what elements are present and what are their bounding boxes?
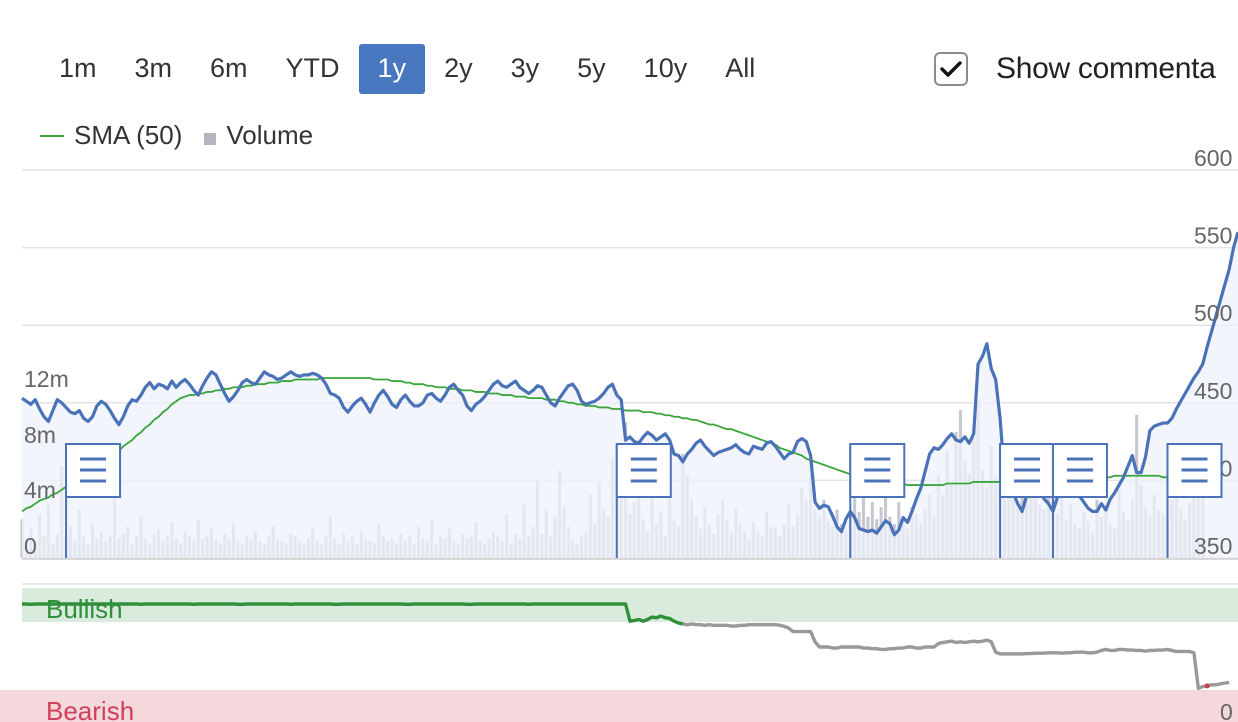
price-axis-label: 350 — [1194, 533, 1232, 559]
bullish-label: Bullish — [46, 594, 123, 624]
stock-chart: 12m8m4m0600550500450400350BullishBearish… — [0, 145, 1238, 722]
price-axis-label: 500 — [1194, 300, 1232, 326]
volume-axis-label: 12m — [24, 366, 69, 392]
sentiment-axis-label: 0 — [1220, 699, 1233, 722]
bearish-band — [0, 690, 1238, 722]
volume-axis-label: 0 — [24, 533, 37, 559]
sentiment-bearish-point — [1204, 683, 1210, 689]
price-axis-label: 550 — [1194, 223, 1232, 249]
bearish-label: Bearish — [46, 696, 134, 722]
sentiment-line-neutral — [682, 622, 1230, 690]
volume-axis-label: 8m — [24, 422, 56, 448]
price-axis-label: 450 — [1194, 378, 1232, 404]
price-axis-label: 600 — [1194, 145, 1232, 171]
volume-axis-label: 4m — [24, 477, 56, 503]
price-area — [22, 232, 1238, 558]
